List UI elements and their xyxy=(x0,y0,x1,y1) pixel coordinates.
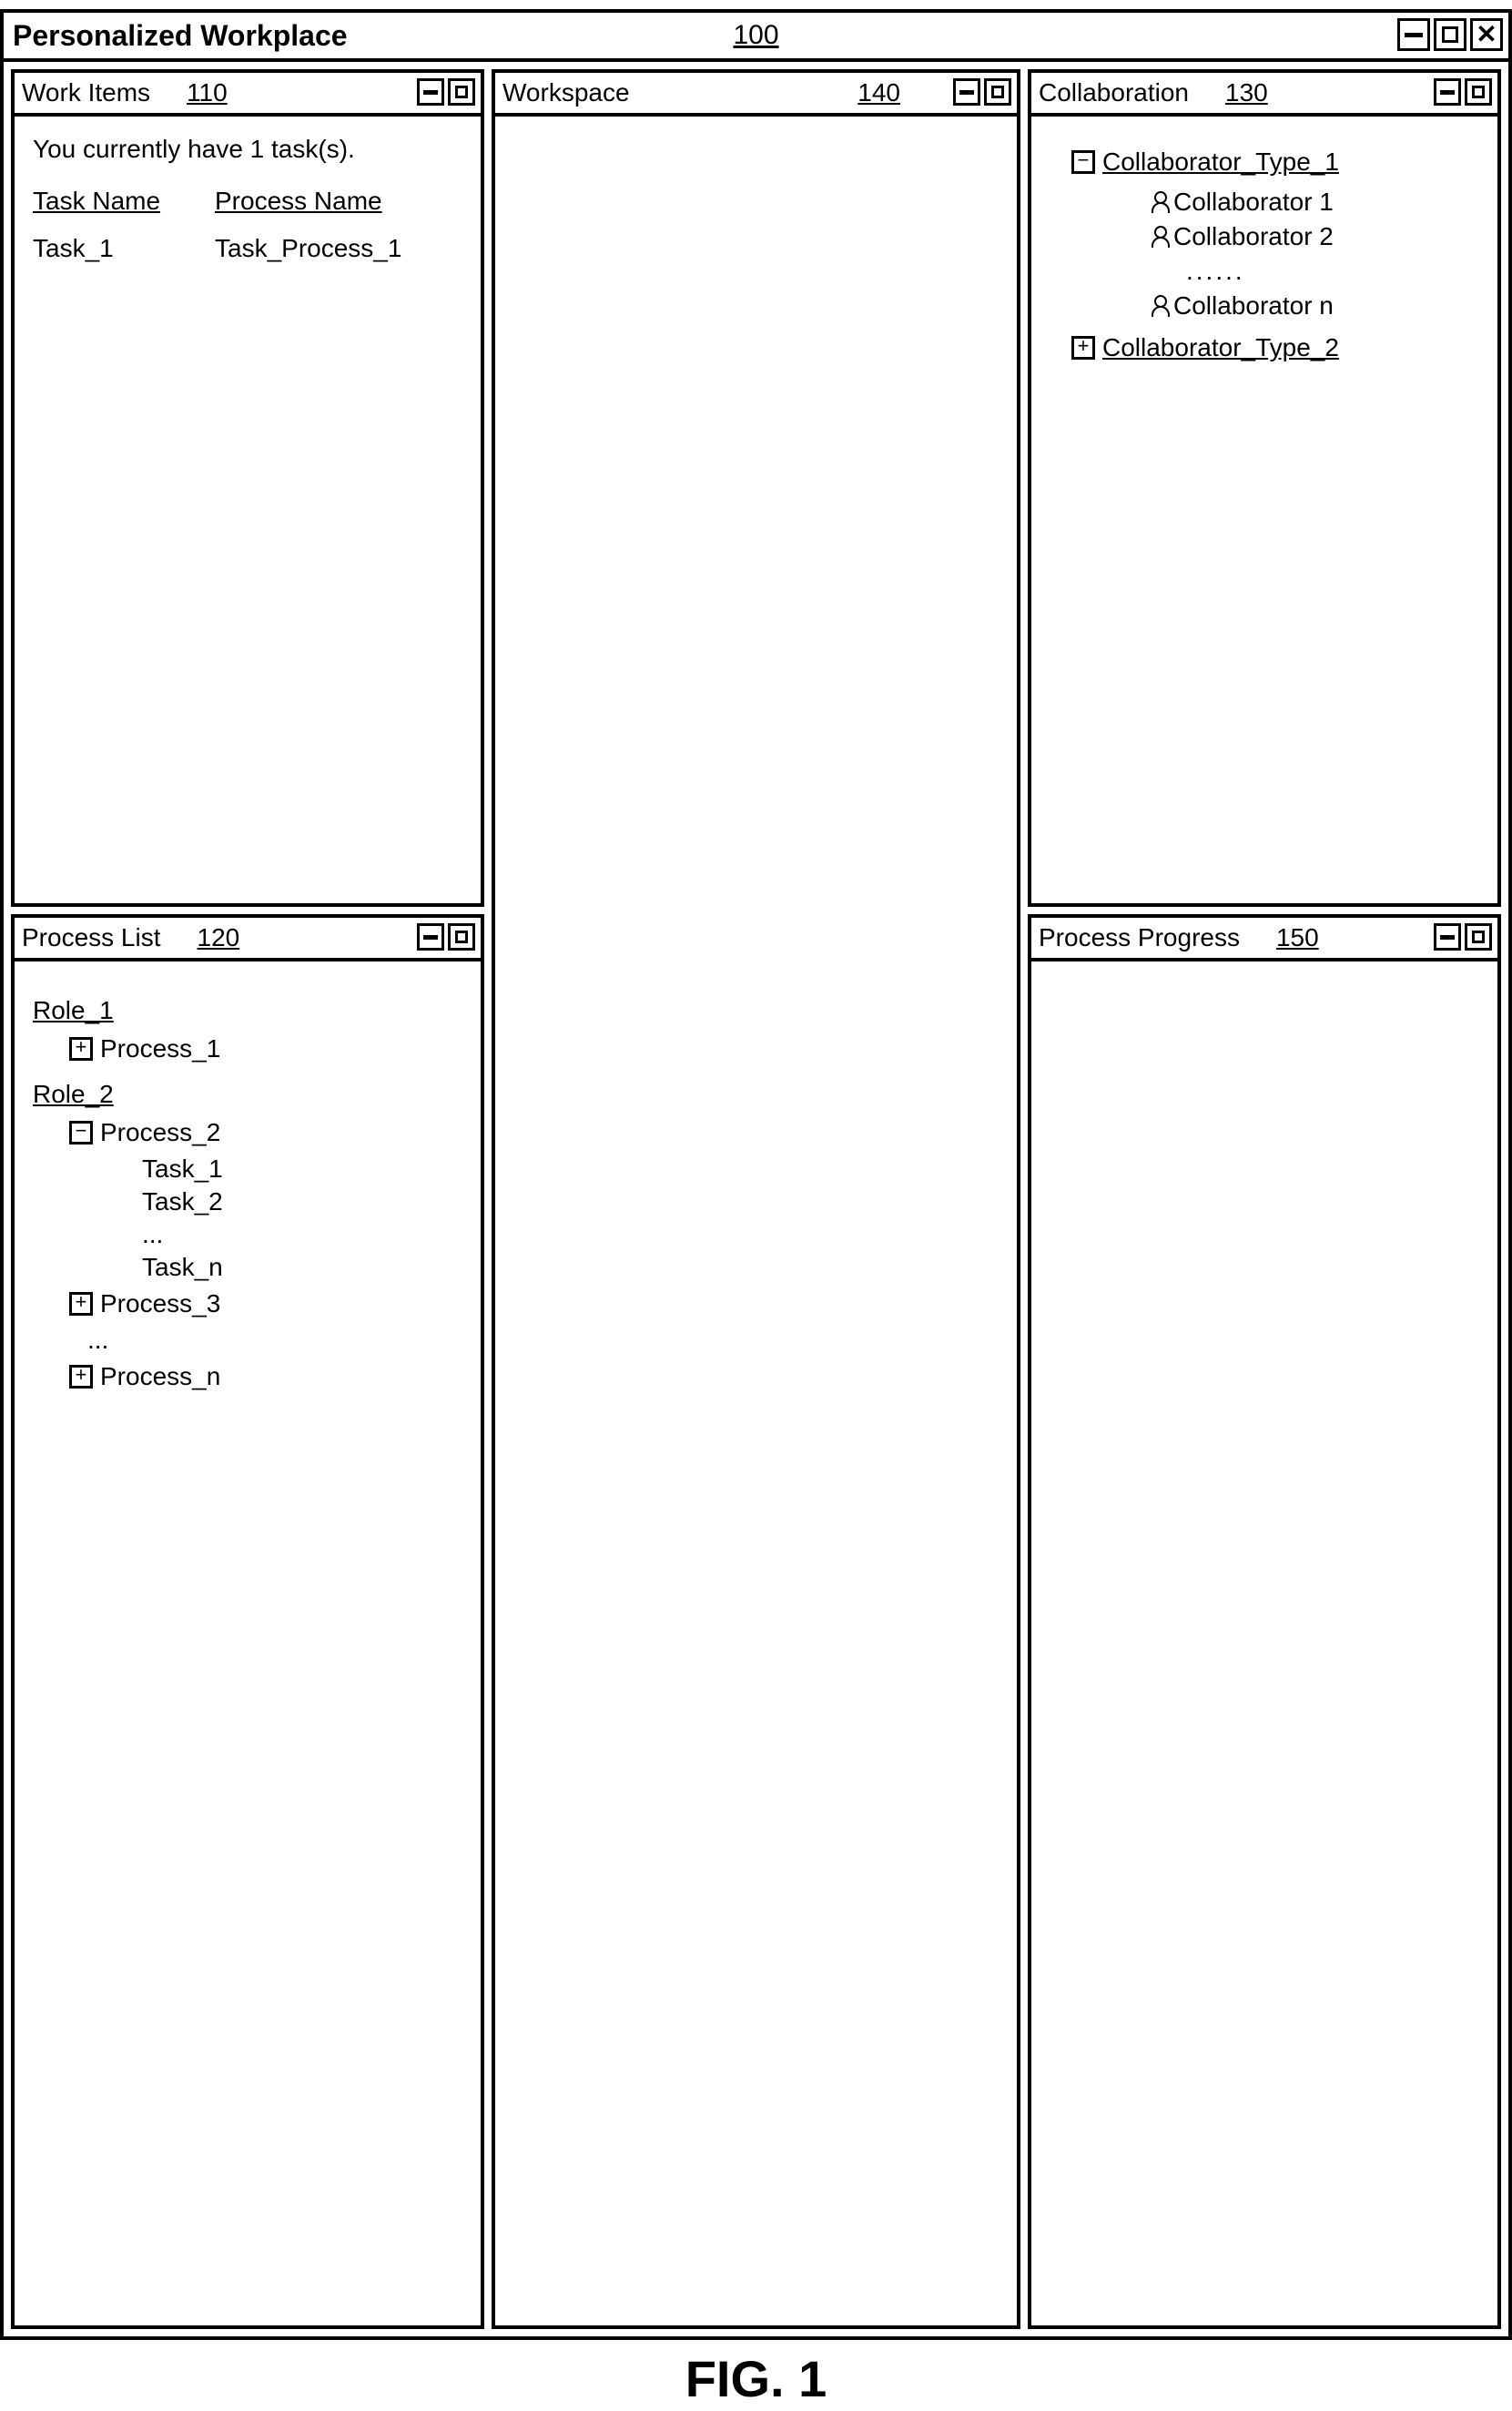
figure-label: FIG. 1 xyxy=(0,2349,1512,2408)
person-icon xyxy=(1150,191,1168,213)
collaboration-title: Collaboration xyxy=(1039,78,1189,107)
process-label: Process_1 xyxy=(100,1034,220,1063)
col-task-header: Task Name xyxy=(33,187,178,216)
work-item-row[interactable]: Task_1 Task_Process_1 xyxy=(33,234,462,263)
collapse-icon[interactable]: − xyxy=(69,1121,93,1144)
col-process-header: Process Name xyxy=(215,187,382,216)
process-progress-maximize[interactable] xyxy=(1465,923,1492,951)
collaboration-titlebar: Collaboration 130 xyxy=(1031,73,1497,117)
main-window-controls: ✕ xyxy=(1397,18,1503,51)
collaboration-ref: 130 xyxy=(1225,78,1268,107)
task-item[interactable]: Task_2 xyxy=(142,1187,462,1216)
process-node[interactable]: + Process_3 xyxy=(69,1289,462,1318)
collaborator-type-node[interactable]: + Collaborator_Type_2 xyxy=(1071,333,1479,362)
expand-icon[interactable]: + xyxy=(69,1365,93,1389)
main-window: Personalized Workplace 100 ✕ Work Items … xyxy=(0,9,1512,2340)
process-list-maximize[interactable] xyxy=(448,923,475,951)
collaboration-body: − Collaborator_Type_1 Collaborator 1 Col… xyxy=(1031,117,1497,903)
panel-grid: Work Items 110 You currently have 1 task… xyxy=(4,62,1508,2336)
process-progress-minimize[interactable] xyxy=(1434,923,1461,951)
expand-icon[interactable]: + xyxy=(69,1292,93,1316)
collaborator-name: Collaborator n xyxy=(1173,291,1334,320)
role-link[interactable]: Role_1 xyxy=(33,996,462,1025)
work-items-titlebar: Work Items 110 xyxy=(15,73,481,117)
collaboration-maximize[interactable] xyxy=(1465,78,1492,106)
workspace-titlebar: Workspace 140 xyxy=(495,73,1017,117)
process-list-title: Process List xyxy=(22,923,161,952)
workspace-maximize[interactable] xyxy=(984,78,1011,106)
work-item-task: Task_1 xyxy=(33,234,178,263)
process-node[interactable]: + Process_1 xyxy=(69,1034,462,1063)
process-ellipsis: ... xyxy=(87,1326,462,1355)
role-link[interactable]: Role_2 xyxy=(33,1080,462,1109)
person-icon xyxy=(1150,226,1168,248)
process-list-body: Role_1 + Process_1 Role_2 − Process_2 Ta… xyxy=(15,961,481,2325)
close-button[interactable]: ✕ xyxy=(1470,18,1503,51)
main-window-title: Personalized Workplace xyxy=(13,19,348,53)
process-list-ref: 120 xyxy=(198,923,240,952)
process-list-minimize[interactable] xyxy=(417,923,444,951)
collaborator-ellipsis: ...... xyxy=(1186,257,1479,286)
collaboration-minimize[interactable] xyxy=(1434,78,1461,106)
process-progress-ref: 150 xyxy=(1276,923,1319,952)
main-window-refnum: 100 xyxy=(733,20,778,51)
workspace-title: Workspace xyxy=(502,78,630,107)
process-list-panel: Process List 120 Role_1 + Process_1 Role… xyxy=(11,914,484,2329)
task-list: Task_1 Task_2 ... Task_n xyxy=(142,1155,462,1282)
workspace-ref: 140 xyxy=(857,78,900,107)
workspace-panel: Workspace 140 xyxy=(492,69,1020,2329)
work-items-panel: Work Items 110 You currently have 1 task… xyxy=(11,69,484,907)
person-icon xyxy=(1150,295,1168,317)
work-items-ref: 110 xyxy=(187,78,228,107)
collapse-icon[interactable]: − xyxy=(1071,150,1095,174)
task-ellipsis: ... xyxy=(142,1220,462,1249)
process-node[interactable]: − Process_2 xyxy=(69,1118,462,1147)
collaborator-type-label: Collaborator_Type_1 xyxy=(1102,148,1339,177)
process-list-titlebar: Process List 120 xyxy=(15,918,481,961)
work-items-maximize[interactable] xyxy=(448,78,475,106)
process-label: Process_2 xyxy=(100,1118,220,1147)
work-items-body: You currently have 1 task(s). Task Name … xyxy=(15,117,481,903)
process-label: Process_n xyxy=(100,1362,220,1391)
process-progress-panel: Process Progress 150 xyxy=(1028,914,1501,2329)
work-item-process: Task_Process_1 xyxy=(215,234,401,263)
expand-icon[interactable]: + xyxy=(69,1037,93,1061)
collaborator-name: Collaborator 1 xyxy=(1173,188,1334,217)
process-progress-title: Process Progress xyxy=(1039,923,1240,952)
process-label: Process_3 xyxy=(100,1289,220,1318)
collaborator-name: Collaborator 2 xyxy=(1173,222,1334,251)
maximize-button[interactable] xyxy=(1434,18,1466,51)
minimize-button[interactable] xyxy=(1397,18,1430,51)
expand-icon[interactable]: + xyxy=(1071,336,1095,360)
collaborator-item[interactable]: Collaborator 1 xyxy=(1150,188,1479,217)
process-progress-titlebar: Process Progress 150 xyxy=(1031,918,1497,961)
collaboration-panel: Collaboration 130 − Collaborator_Type_1 … xyxy=(1028,69,1501,907)
task-item[interactable]: Task_n xyxy=(142,1253,462,1282)
main-titlebar: Personalized Workplace 100 ✕ xyxy=(4,13,1508,62)
collaborator-type-node[interactable]: − Collaborator_Type_1 xyxy=(1071,148,1479,177)
collaborator-item[interactable]: Collaborator n xyxy=(1150,291,1479,320)
workspace-minimize[interactable] xyxy=(953,78,980,106)
task-item[interactable]: Task_1 xyxy=(142,1155,462,1184)
work-items-title: Work Items xyxy=(22,78,150,107)
collaborator-type-label: Collaborator_Type_2 xyxy=(1102,333,1339,362)
workspace-body xyxy=(495,117,1017,2325)
collaborator-item[interactable]: Collaborator 2 xyxy=(1150,222,1479,251)
work-items-status: You currently have 1 task(s). xyxy=(33,135,462,164)
work-items-minimize[interactable] xyxy=(417,78,444,106)
process-node[interactable]: + Process_n xyxy=(69,1362,462,1391)
process-progress-body xyxy=(1031,961,1497,2325)
